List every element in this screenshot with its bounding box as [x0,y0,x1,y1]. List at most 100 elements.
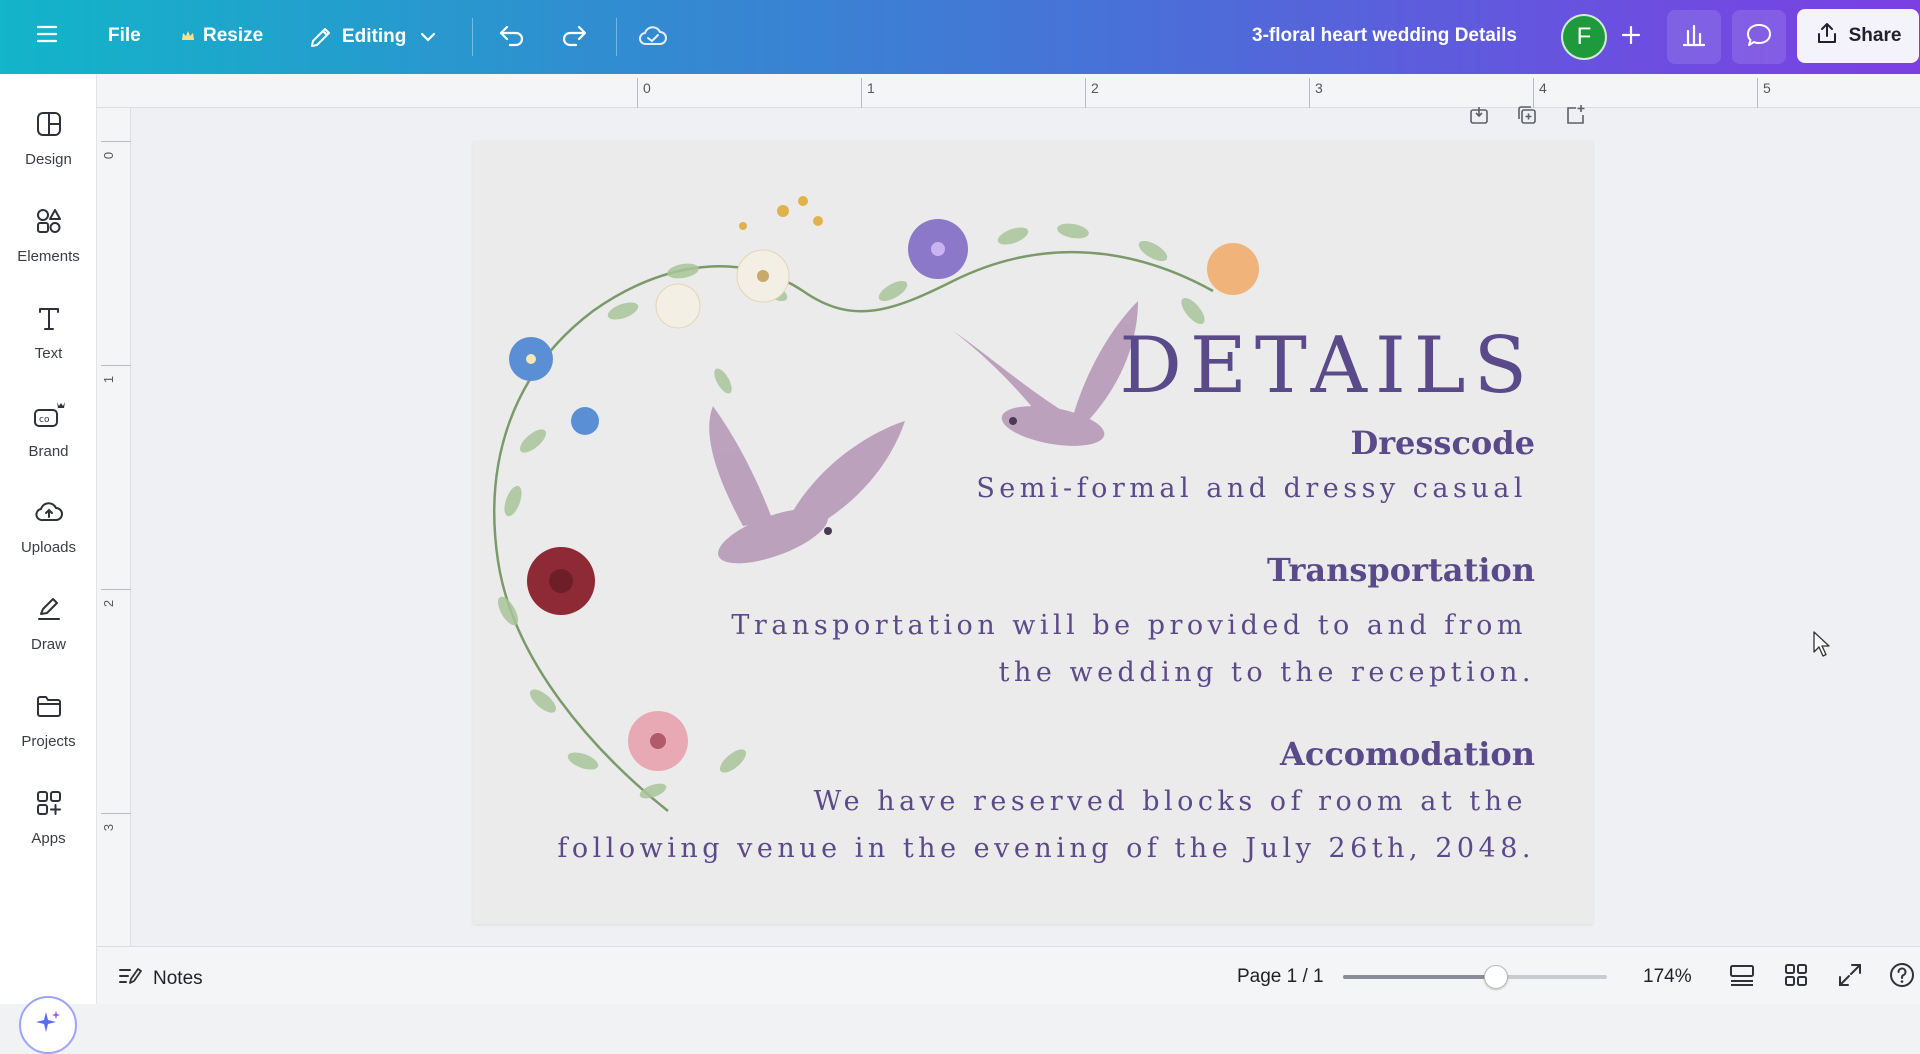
mouse-cursor-icon [1812,630,1832,663]
details-heading[interactable]: DETAILS [1119,321,1535,411]
magic-sparkle-icon [34,1009,62,1042]
accomodation-text-line-2[interactable]: following venue in the evening of the Ju… [557,833,1535,864]
toolbar-divider [472,18,473,56]
sidebar-item-elements[interactable]: Elements [0,193,97,279]
sidebar-item-design[interactable]: Design [0,96,97,182]
sidebar-item-uploads[interactable]: Uploads [0,484,97,570]
ruler-label: 0 [101,151,117,160]
zoom-slider-handle[interactable] [1484,965,1509,989]
uploads-icon [34,498,64,531]
transportation-text-line-1[interactable]: Transportation will be provided to and f… [731,610,1527,641]
duplicate-icon [1516,104,1538,131]
help-button[interactable] [1887,962,1917,992]
ruler-label: 1 [867,80,875,96]
dresscode-text[interactable]: Semi-formal and dressy casual [976,473,1527,504]
redo-icon [560,23,588,47]
duplicate-page-button[interactable] [1514,104,1540,130]
upload-share-icon [1815,21,1839,51]
zoom-level[interactable]: 174% [1643,966,1692,988]
page-view-button[interactable] [1727,962,1757,992]
projects-icon [35,692,63,725]
sidebar-item-brand[interactable]: co Brand [0,387,97,473]
accomodation-text-line-1[interactable]: We have reserved blocks of room at the [814,786,1527,817]
lock-icon [1468,104,1490,131]
sidebar-item-label: Elements [17,248,80,265]
cloud-check-icon [638,23,668,49]
save-status-button[interactable] [638,23,668,49]
resize-label: Resize [203,25,264,46]
notes-label: Notes [153,968,203,989]
magic-assistant-button[interactable] [19,996,77,1054]
plus-icon [1621,25,1641,50]
zoom-slider-fill [1343,975,1497,979]
grid-view-icon [1783,962,1809,993]
bottom-status-bar: Notes Page 1 / 1 174% [97,946,1920,1004]
main-menu-button[interactable] [36,24,58,44]
transportation-text-line-2[interactable]: the wedding to the reception. [999,657,1535,688]
horizontal-ruler: 0 1 2 3 4 5 [97,74,1920,108]
file-label: File [108,25,141,46]
redo-button[interactable] [560,23,588,47]
notes-icon [117,965,143,993]
add-page-button[interactable] [1562,104,1588,130]
add-page-icon [1564,104,1586,131]
notes-button[interactable]: Notes [117,965,203,993]
user-avatar[interactable]: F [1561,14,1607,60]
dresscode-title[interactable]: Dresscode [1350,424,1535,462]
document-title[interactable]: 3-floral heart wedding Details [1252,25,1517,47]
page-lock-button[interactable] [1466,104,1492,130]
design-page[interactable]: DETAILS Dresscode Semi-formal and dressy… [473,141,1593,924]
ruler-label: 3 [1315,80,1323,96]
accomodation-title[interactable]: Accomodation [1280,735,1535,773]
draw-icon [35,595,63,628]
page-tools [1466,104,1588,130]
zoom-slider[interactable] [1343,965,1607,989]
sidebar-item-label: Draw [30,636,66,653]
insights-button[interactable] [1667,10,1721,64]
pencil-icon [308,24,334,50]
expand-icon [1837,962,1863,993]
left-sidebar: Design Elements Text co Brand Uploads Dr… [0,74,97,1054]
sidebar-item-label: Uploads [20,539,77,556]
apps-icon [35,789,63,822]
bar-chart-icon [1681,23,1707,52]
page-indicator[interactable]: Page 1 / 1 [1237,966,1324,988]
comment-icon [1745,22,1773,53]
hamburger-menu-icon [36,24,58,44]
share-button[interactable]: Share [1797,9,1919,63]
top-toolbar: File Resize Editing 3-floral heart weddi… [0,0,1920,74]
help-icon [1888,961,1916,994]
sidebar-item-label: Text [34,345,63,362]
sidebar-item-label: Brand [28,443,69,460]
toolbar-divider [616,18,617,56]
comments-button[interactable] [1732,10,1786,64]
undo-button[interactable] [498,23,526,47]
text-icon [35,304,63,337]
transportation-title[interactable]: Transportation [1267,551,1535,589]
resize-button[interactable]: Resize [181,25,263,47]
file-menu-button[interactable]: File [108,25,141,47]
sidebar-item-apps[interactable]: Apps [0,775,97,861]
brand-icon: co [31,400,67,435]
svg-text:co: co [39,415,50,425]
sidebar-item-projects[interactable]: Projects [0,678,97,764]
pages-view-icon [1728,963,1756,992]
ruler-label: 0 [643,80,651,96]
vertical-ruler: 0 1 2 3 [97,108,131,946]
sidebar-item-label: Apps [31,830,66,847]
sidebar-item-label: Design [25,151,72,168]
undo-icon [498,23,526,47]
invite-button[interactable] [1612,18,1650,56]
sidebar-item-label: Projects [21,733,76,750]
sidebar-item-draw[interactable]: Draw [0,581,97,667]
ruler-label: 2 [1091,80,1099,96]
grid-view-button[interactable] [1781,962,1811,992]
editing-mode-dropdown[interactable]: Editing [308,24,436,50]
ruler-label: 2 [101,599,117,608]
editing-label: Editing [342,26,407,47]
fullscreen-button[interactable] [1835,962,1865,992]
design-icon [35,110,63,143]
share-label: Share [1848,25,1902,46]
sidebar-item-text[interactable]: Text [0,290,97,376]
ruler-label: 5 [1763,80,1771,96]
